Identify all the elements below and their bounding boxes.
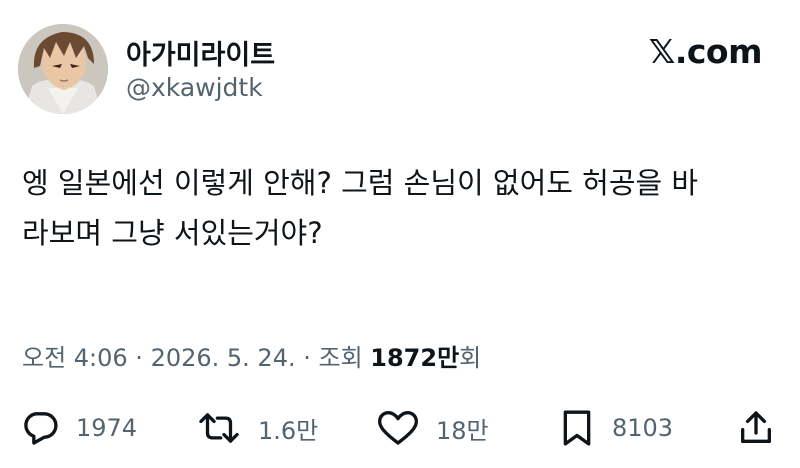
timestamp[interactable]: 오전 4:06 · 2026. 5. 24. · 조회 bbox=[22, 344, 370, 372]
bookmark-icon bbox=[563, 410, 591, 446]
heart-icon bbox=[377, 411, 418, 445]
bookmark-count: 8103 bbox=[612, 414, 674, 442]
bookmark-button[interactable]: 8103 bbox=[558, 402, 673, 454]
like-button[interactable]: 18만 bbox=[376, 402, 489, 454]
avatar[interactable] bbox=[18, 24, 108, 114]
action-bar: 1974 1.6만 18만 8103 bbox=[0, 402, 800, 454]
retweet-count: 1.6만 bbox=[258, 416, 319, 445]
retweet-icon bbox=[199, 413, 239, 443]
tweet-text: 엥 일본에선 이렇게 안해? 그럼 손님이 없어도 허공을 바 라보며 그냥 서… bbox=[22, 166, 699, 250]
tweet-meta: 오전 4:06 · 2026. 5. 24. · 조회 1872만회 bbox=[22, 338, 481, 373]
reply-icon bbox=[24, 412, 58, 445]
retweet-button[interactable]: 1.6만 bbox=[196, 402, 318, 454]
like-count: 18만 bbox=[436, 416, 489, 445]
views-suffix: 회 bbox=[459, 344, 482, 372]
site-logo: 𝕏.com bbox=[648, 32, 763, 71]
reply-button[interactable]: 1974 bbox=[20, 402, 137, 454]
tweet-card: 아가미라이트 @xkawjdtk 𝕏.com 엥 일본에선 이렇게 안해? 그럼… bbox=[0, 0, 800, 468]
share-button[interactable] bbox=[736, 402, 776, 454]
display-name[interactable]: 아가미라이트 bbox=[126, 33, 275, 72]
user-handle[interactable]: @xkawjdtk bbox=[126, 73, 263, 102]
views-count: 1872만 bbox=[370, 344, 460, 372]
avatar-image bbox=[18, 24, 108, 114]
reply-count: 1974 bbox=[76, 414, 138, 442]
share-icon bbox=[741, 411, 771, 443]
